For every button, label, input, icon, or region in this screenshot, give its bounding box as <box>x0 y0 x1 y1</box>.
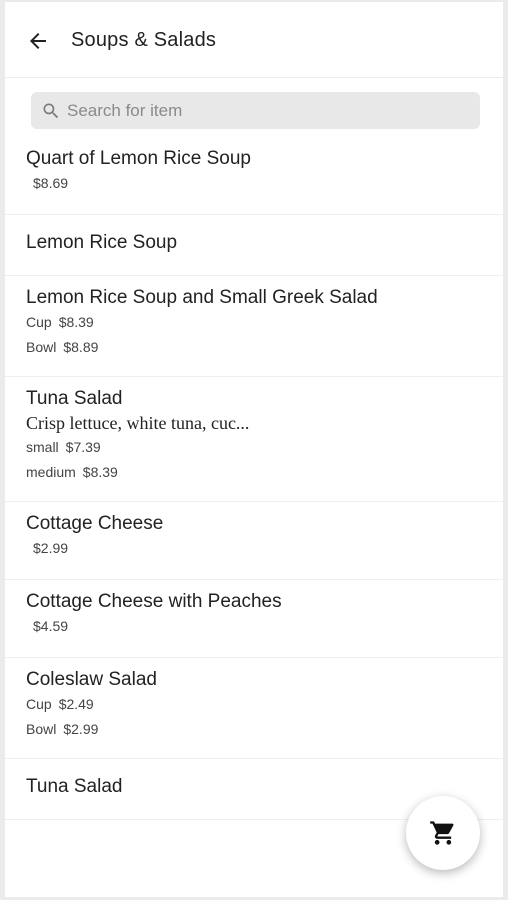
menu-item-price-line: Bowl $8.89 <box>26 335 503 360</box>
menu-item-price-line: medium $8.39 <box>26 460 503 485</box>
search-icon <box>43 103 59 119</box>
back-button[interactable] <box>21 24 55 58</box>
menu-item[interactable]: Coleslaw Salad Cup $2.49 Bowl $2.99 <box>5 658 503 759</box>
menu-item[interactable]: Lemon Rice Soup and Small Greek Salad Cup… <box>5 276 503 377</box>
price-value: $7.39 <box>65 439 101 455</box>
menu-item-name: Tuna Salad <box>26 776 123 797</box>
price-option-label: Bowl <box>26 721 57 737</box>
app-bar: Soups & Salads <box>5 2 503 78</box>
search-input[interactable] <box>67 92 467 129</box>
menu-item-price-line: Cup $8.39 <box>26 310 503 335</box>
menu-item[interactable]: Cottage Cheese $2.99 <box>5 502 503 580</box>
menu-item-price-line: small $7.39 <box>26 435 503 460</box>
menu-item[interactable]: Quart of Lemon Rice Soup $8.69 <box>5 137 503 215</box>
menu-item-price-line: $2.99 <box>26 536 503 561</box>
menu-item[interactable]: Lemon Rice Soup <box>5 215 503 276</box>
menu-item[interactable]: Tuna Salad Crisp lettuce, white tuna, cuc… <box>5 377 503 502</box>
menu-item[interactable]: Cottage Cheese with Peaches $4.59 <box>5 580 503 658</box>
menu-item-description: Crisp lettuce, white tuna, cuc... <box>26 413 250 433</box>
price-value: $8.39 <box>58 314 94 330</box>
menu-item-name: Lemon Rice Soup and Small Greek Salad <box>26 287 378 308</box>
cart-button[interactable] <box>406 796 480 870</box>
price-option-label: small <box>26 439 59 455</box>
menu-item-price-line: Bowl $2.99 <box>26 717 503 742</box>
menu-item-name: Cottage Cheese with Peaches <box>26 591 282 612</box>
menu-item-price-line: Cup $2.49 <box>26 692 503 717</box>
menu-item-list: Quart of Lemon Rice Soup $8.69 Lemon Rice … <box>5 137 503 820</box>
menu-item-price-line: $4.59 <box>26 614 503 639</box>
page-title: Soups & Salads <box>71 29 217 51</box>
arrow-left-icon <box>30 33 46 49</box>
price-option-label: medium <box>26 464 76 480</box>
price-value: $8.89 <box>63 339 99 355</box>
price-value: $8.69 <box>33 175 69 191</box>
menu-item-name: Lemon Rice Soup <box>26 232 178 253</box>
menu-item-name: Cottage Cheese <box>26 513 164 534</box>
price-value: $2.99 <box>33 540 69 556</box>
menu-item-name: Quart of Lemon Rice Soup <box>26 148 251 169</box>
cart-icon <box>430 821 454 845</box>
price-value: $2.49 <box>58 696 94 712</box>
menu-item-price-line: $8.69 <box>26 171 503 196</box>
menu-item-name: Coleslaw Salad <box>26 669 157 690</box>
menu-item-name: Tuna Salad <box>26 388 123 409</box>
app-screen: Soups & Salads Quart of Lemon Rice Soup $… <box>5 2 503 897</box>
price-value: $8.39 <box>82 464 118 480</box>
price-value: $4.59 <box>33 618 69 634</box>
price-value: $2.99 <box>63 721 99 737</box>
search-bar[interactable] <box>31 92 480 129</box>
price-option-label: Cup <box>26 696 52 712</box>
price-option-label: Cup <box>26 314 52 330</box>
price-option-label: Bowl <box>26 339 57 355</box>
